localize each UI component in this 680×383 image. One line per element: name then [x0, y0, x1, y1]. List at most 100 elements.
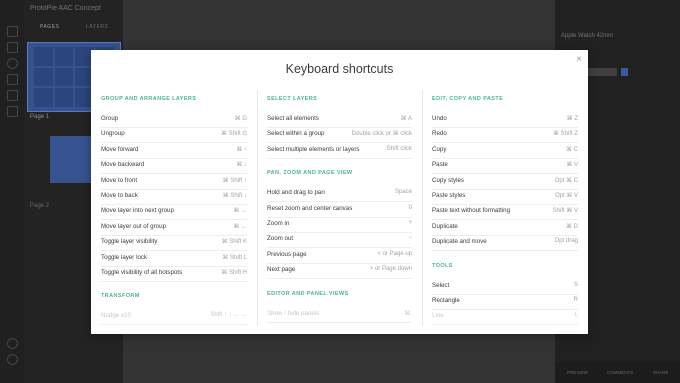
shortcut-action: Copy: [432, 145, 447, 153]
shortcut-action: Nudge x10: [101, 312, 131, 320]
shortcut-action: Undo: [432, 115, 447, 122]
shortcut-action: Paste text without formatting: [432, 207, 511, 215]
shortcut-action: Toggle layer visibility: [101, 238, 158, 246]
shortcut-keys: ⌘ ←: [233, 223, 247, 230]
shortcut-action: Move forward: [101, 145, 139, 153]
shortcut-action: Move layer into next group: [101, 207, 174, 215]
shortcut-action: Move to front: [101, 176, 138, 184]
shortcut-keys: ⌘ A: [400, 116, 412, 122]
shortcut-action: Redo: [432, 130, 447, 138]
shortcut-row: Copy ⌘ C: [432, 143, 578, 159]
shortcut-action: Select within a group: [267, 130, 325, 138]
shortcut-keys: ⌘ Shift L: [222, 254, 247, 261]
shortcut-action: Previous page: [267, 250, 307, 258]
shortcut-row: Toggle visibility of all hotspots ⌘ Shift…: [101, 266, 247, 282]
shortcut-keys: L: [574, 312, 578, 319]
shortcut-action: Toggle layer lock: [101, 253, 148, 261]
shortcut-keys: R: [573, 297, 578, 303]
shortcut-row: Move forward ⌘ ↑: [101, 143, 247, 159]
shortcut-keys: ⌘ C: [566, 146, 578, 153]
column-divider: [257, 90, 258, 326]
shortcut-keys: ⌘ Shift H: [221, 270, 247, 276]
shortcut-row: Select multiple elements or layers Shift …: [267, 143, 412, 159]
shortcut-row: Zoom out −: [267, 232, 412, 249]
shortcut-action: Group: [101, 115, 119, 122]
shortcut-keys: ⌘ Shift Z: [552, 131, 578, 138]
shortcut-keys: ⌘ D: [566, 223, 578, 230]
shortcut-row: Hold and drag to pan Space: [267, 186, 412, 203]
shortcut-keys: Opt drag: [554, 238, 578, 245]
shortcut-action: Zoom out: [267, 235, 294, 243]
shortcut-row: Undo ⌘ Z: [432, 112, 578, 128]
shortcut-action: Rectangle: [432, 297, 460, 304]
shortcut-action: Zoom in: [267, 220, 290, 227]
shortcut-action: Paste styles: [432, 192, 466, 199]
shortcut-keys: ⌘ Z: [566, 116, 578, 122]
shortcut-row: Move layer into next group ⌘ →: [101, 204, 247, 221]
shortcut-keys: S: [573, 281, 578, 288]
shortcut-action: Ungroup: [101, 130, 125, 138]
shortcut-keys: ⌘ Shift K: [221, 239, 247, 246]
shortcut-action: Duplicate and move: [432, 238, 487, 246]
close-icon[interactable]: ×: [576, 54, 582, 65]
shortcut-action: Reset zoom and center canvas: [267, 204, 353, 212]
shortcut-row: Move backward ⌘ ↓: [101, 158, 247, 175]
shortcut-keys: Shift ⌘ V: [552, 208, 578, 215]
shortcut-row: Group ⌘ G: [101, 112, 247, 128]
shortcut-row: Toggle layer lock ⌘ Shift L: [101, 251, 247, 267]
shortcut-row: Rectangle R: [432, 294, 578, 310]
shortcuts-column: GROUP AND ARRANGE LAYERS Group ⌘ G Ungroup ⌘…: [101, 90, 247, 326]
shortcut-keys: ⌘ ↓: [236, 162, 247, 169]
shortcut-row: Move to front ⌘ Shift ↑: [101, 174, 247, 190]
shortcut-action: Move to back: [101, 192, 138, 199]
shortcut-keys: ⌘ Shift ↑: [222, 177, 247, 184]
shortcut-row: Select within a group Double click or ⌘ c…: [267, 127, 412, 144]
shortcut-keys: +: [408, 220, 412, 226]
shortcut-row: Paste text without formatting Shift ⌘ V: [432, 204, 578, 221]
shortcut-row: Zoom in +: [267, 217, 412, 233]
section-heading: TRANSFORM: [101, 293, 140, 300]
shortcut-keys: ⌘ Shift ↓: [222, 193, 247, 199]
shortcut-action: Hold and drag to pan: [267, 189, 325, 197]
shortcut-row: Nudge x10 Shift ↑ ↓ → ←: [101, 309, 247, 326]
shortcut-row: Select S: [432, 279, 578, 295]
shortcut-keys: Shift click: [386, 145, 412, 152]
section-heading: EDIT, COPY AND PASTE: [432, 96, 504, 102]
shortcut-keys: < or Page up: [377, 250, 412, 257]
shortcut-action: Select multiple elements or layers: [267, 145, 360, 153]
section-heading: SELECT LAYERS: [267, 96, 318, 102]
shortcut-row: Move layer out of group ⌘ ←: [101, 220, 247, 236]
shortcut-row: Redo ⌘ Shift Z: [432, 127, 578, 144]
shortcut-keys: Opt ⌘ C: [554, 177, 578, 184]
section-heading: GROUP AND ARRANGE LAYERS: [101, 96, 197, 102]
shortcut-row: Copy styles Opt ⌘ C: [432, 174, 578, 190]
shortcut-row: Line L: [432, 309, 578, 326]
shortcut-action: Line: [432, 312, 444, 320]
shortcut-action: Copy styles: [432, 176, 464, 184]
shortcut-action: Show / hide panels: [267, 309, 320, 317]
section-heading: EDITOR AND PANEL VIEWS: [267, 290, 349, 297]
shortcut-row: Paste ⌘ V: [432, 158, 578, 175]
shortcut-keys: Opt ⌘ V: [554, 193, 578, 199]
shortcut-keys: > or Page down: [369, 266, 412, 273]
shortcut-row: Next page > or Page down: [267, 263, 412, 280]
shortcuts-column: EDIT, COPY AND PASTE Undo ⌘ Z Redo ⌘ Shift Z…: [432, 90, 578, 326]
shortcut-keys: 0: [408, 204, 412, 211]
shortcut-keys: ⌘ G: [234, 116, 247, 122]
shortcut-row: Select all elements ⌘ A: [267, 112, 412, 128]
shortcut-action: Duplicate: [432, 222, 458, 230]
shortcut-row: Paste styles Opt ⌘ V: [432, 189, 578, 205]
shortcut-keys: Shift ↑ ↓ → ←: [210, 312, 247, 319]
shortcut-row: Duplicate ⌘ D: [432, 220, 578, 236]
shortcut-action: Select: [432, 281, 450, 289]
shortcut-action: Move backward: [101, 161, 145, 169]
shortcut-row: Toggle layer visibility ⌘ Shift K: [101, 235, 247, 252]
shortcut-row: Duplicate and move Opt drag: [432, 235, 578, 252]
shortcut-row: Move to back ⌘ Shift ↓: [101, 189, 247, 205]
section-heading: TOOLS: [432, 262, 453, 269]
shortcut-row: Previous page < or Page up: [267, 248, 412, 264]
shortcut-keys: ⌘.: [404, 310, 412, 317]
shortcut-keys: −: [408, 235, 412, 242]
shortcut-keys: ⌘ V: [566, 162, 578, 169]
shortcut-action: Paste: [432, 161, 448, 169]
